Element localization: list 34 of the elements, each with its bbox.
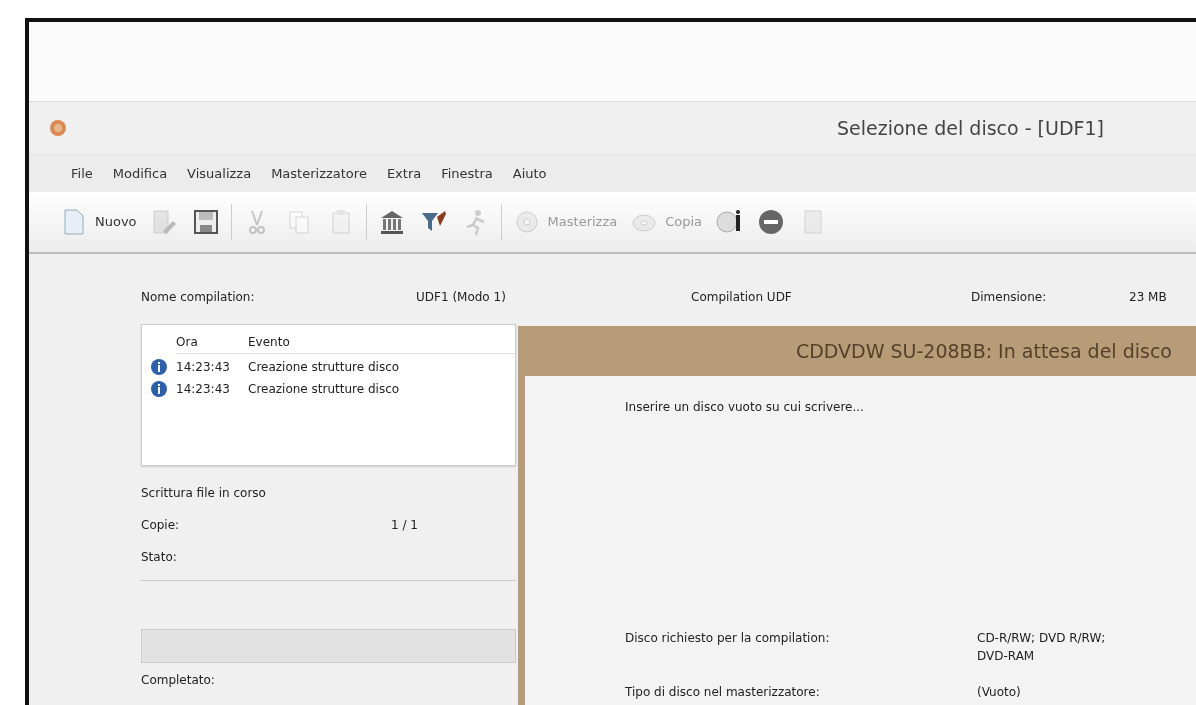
status-heading: Scrittura file in corso [141, 485, 267, 502]
log-time: 14:23:43 [176, 381, 231, 398]
menu-item[interactable]: Modifica [112, 163, 168, 184]
window-title: Selezione del disco - [UDF1] [836, 115, 1104, 141]
log-time: 14:23:43 [176, 359, 231, 376]
menu-item[interactable]: Visualizza [187, 163, 252, 184]
field-value: CD-R/RW; DVD R/RW; DVD-RAM [977, 630, 1107, 665]
completed-label: Completato: [141, 672, 216, 689]
dialog-message: Inserire un disco vuoto su cui scrivere... [625, 399, 865, 416]
size-value: 23 MB [1129, 289, 1167, 306]
menu-item[interactable]: Aiuto [512, 163, 547, 184]
log-event: Creazione strutture disco [248, 381, 401, 398]
column-header: Ora [176, 333, 248, 354]
dialog-title: CDDVDW SU-208BB: In attesa del disco [518, 326, 1196, 376]
field-value: (Vuoto) [977, 684, 1022, 701]
compilation-name-label: Nome compilation: [141, 289, 256, 306]
info-icon [150, 358, 168, 376]
toolbar-button[interactable]: Nuovo [57, 207, 139, 237]
compilation-type: Compilation UDF [691, 289, 793, 306]
field-value: 1 / 1 [391, 517, 418, 534]
app-logo-icon [49, 119, 67, 137]
menu-item[interactable]: Masterizzatore [271, 163, 367, 184]
menu-item[interactable]: Extra [386, 163, 422, 184]
field-label: Stato: [141, 549, 178, 566]
size-label: Dimensione: [971, 289, 1048, 306]
column-header: Evento [248, 333, 515, 354]
compilation-name: UDF1 (Modo 1) [416, 289, 507, 306]
field-label: Copie: [141, 517, 181, 534]
field-label: Disco richiesto per la compilation: [625, 630, 831, 647]
menu-item[interactable]: Finestra [441, 163, 493, 184]
field-label: Tipo di disco nel masterizzatore: [625, 684, 821, 701]
info-icon [150, 380, 168, 398]
menu-item[interactable]: File [71, 163, 93, 184]
log-event: Creazione strutture disco [248, 359, 401, 376]
